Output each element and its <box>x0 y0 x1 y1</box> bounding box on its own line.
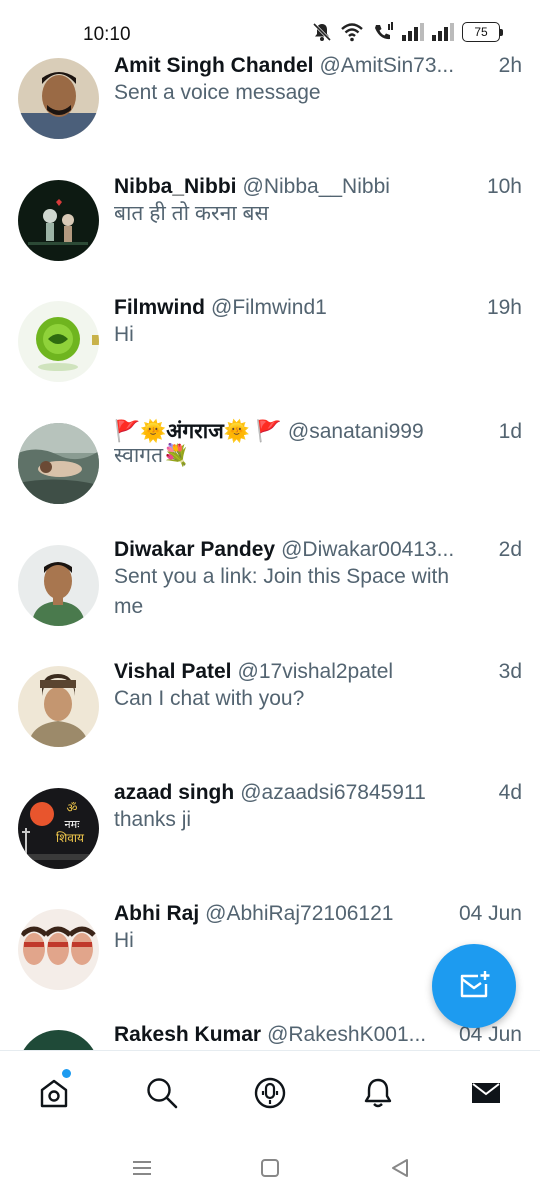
conversation-message: Hi <box>114 929 134 952</box>
conversation-handle: @RakeshK001... <box>267 1023 427 1046</box>
avatar[interactable] <box>18 58 99 139</box>
avatar[interactable] <box>18 301 99 382</box>
conversation-message: Sent a voice message <box>114 81 321 104</box>
conversation-item[interactable]: Filmwind @Filmwind1 19h Hi <box>0 288 540 409</box>
messages-icon <box>472 1083 500 1103</box>
conversation-time: 1d <box>498 420 522 443</box>
conversation-message: Hi <box>114 323 134 346</box>
conversation-item[interactable]: Vishal Patel @17vishal2patel 3d Can I ch… <box>0 652 540 773</box>
home-square-icon <box>261 1159 279 1177</box>
avatar[interactable] <box>18 909 99 990</box>
conversation-message: बात ही तो करना बस <box>114 202 269 225</box>
conversation-time: 19h <box>486 296 522 319</box>
conversation-message: Sent you a link: Join this Space with me <box>114 565 450 618</box>
conversation-handle: @azaadsi67845911 <box>240 781 426 804</box>
conversation-item[interactable]: ॐ नमः शिवाय azaad singh @azaadsi67845911… <box>0 773 540 894</box>
avatar[interactable] <box>18 423 99 504</box>
svg-text:ॐ: ॐ <box>67 801 78 815</box>
conversation-time: 2h <box>498 54 522 77</box>
avatar[interactable]: ॐ नमः शिवाय <box>18 788 99 869</box>
back-icon <box>392 1159 408 1177</box>
back-button[interactable] <box>384 1154 416 1182</box>
conversation-item[interactable]: 🚩🌞अंगराज🌞 🚩 @sanatani999 1d स्वागत💐 <box>0 409 540 530</box>
conversation-name: Rakesh Kumar <box>114 1023 262 1046</box>
conversation-handle: @Filmwind1 <box>211 296 327 319</box>
recents-icon <box>133 1161 151 1175</box>
conversation-time: 10h <box>486 175 522 198</box>
svg-text:नमः: नमः <box>65 818 81 831</box>
notifications-icon <box>364 1078 392 1108</box>
conversation-handle: @Diwakar00413... <box>281 538 455 561</box>
avatar[interactable] <box>18 666 99 747</box>
conversation-message: स्वागत💐 <box>114 444 190 467</box>
conversation-name: azaad singh <box>114 781 235 804</box>
system-navigation <box>0 1134 540 1200</box>
bottom-navigation <box>0 1050 540 1134</box>
recents-button[interactable] <box>126 1154 158 1182</box>
conversation-time: 3d <box>498 660 522 683</box>
conversation-name: Diwakar Pandey <box>114 538 276 561</box>
nav-messages[interactable] <box>464 1071 508 1115</box>
avatar[interactable] <box>18 1030 99 1050</box>
conversation-handle: @AbhiRaj72106121 <box>205 902 394 925</box>
conversation-handle: @Nibba__Nibbi <box>242 175 390 198</box>
conversation-item[interactable]: Amit Singh Chandel @AmitSin73... 2h Sent… <box>0 46 540 167</box>
svg-text:शिवाय: शिवाय <box>56 831 85 845</box>
nav-search[interactable] <box>140 1071 184 1115</box>
conversation-time: 4d <box>498 781 522 804</box>
home-notification-dot <box>62 1069 71 1078</box>
conversation-handle: @AmitSin73... <box>319 54 455 77</box>
new-message-button[interactable] <box>432 944 516 1028</box>
conversation-time: 04 Jun <box>458 902 522 925</box>
conversation-name: Vishal Patel <box>114 660 232 683</box>
search-icon <box>147 1078 178 1109</box>
nav-notifications[interactable] <box>356 1071 400 1115</box>
home-icon <box>40 1079 68 1108</box>
conversation-name: Filmwind <box>114 296 205 319</box>
conversation-message: Can I chat with you? <box>114 687 305 710</box>
conversation-name: Abhi Raj <box>114 902 200 925</box>
conversation-message: thanks ji <box>114 808 192 831</box>
conversation-handle: @17vishal2patel <box>237 660 394 683</box>
conversation-name: Amit Singh Chandel <box>114 54 314 77</box>
conversation-item[interactable]: Diwakar Pandey @Diwakar00413... 2d Sent … <box>0 530 540 666</box>
home-square-button[interactable] <box>254 1154 286 1182</box>
conversation-time: 2d <box>498 538 522 561</box>
avatar[interactable] <box>18 545 99 626</box>
new-message-icon <box>460 971 490 998</box>
spaces-icon <box>254 1077 286 1109</box>
nav-spaces[interactable] <box>248 1071 292 1115</box>
conversation-name: Nibba_Nibbi <box>114 175 237 198</box>
conversation-item[interactable]: Nibba_Nibbi @Nibba__Nibbi 10h बात ही तो … <box>0 167 540 288</box>
conversation-list[interactable]: Amit Singh Chandel @AmitSin73... 2h Sent… <box>0 0 540 1050</box>
nav-home[interactable] <box>32 1071 76 1115</box>
avatar[interactable] <box>18 180 99 261</box>
